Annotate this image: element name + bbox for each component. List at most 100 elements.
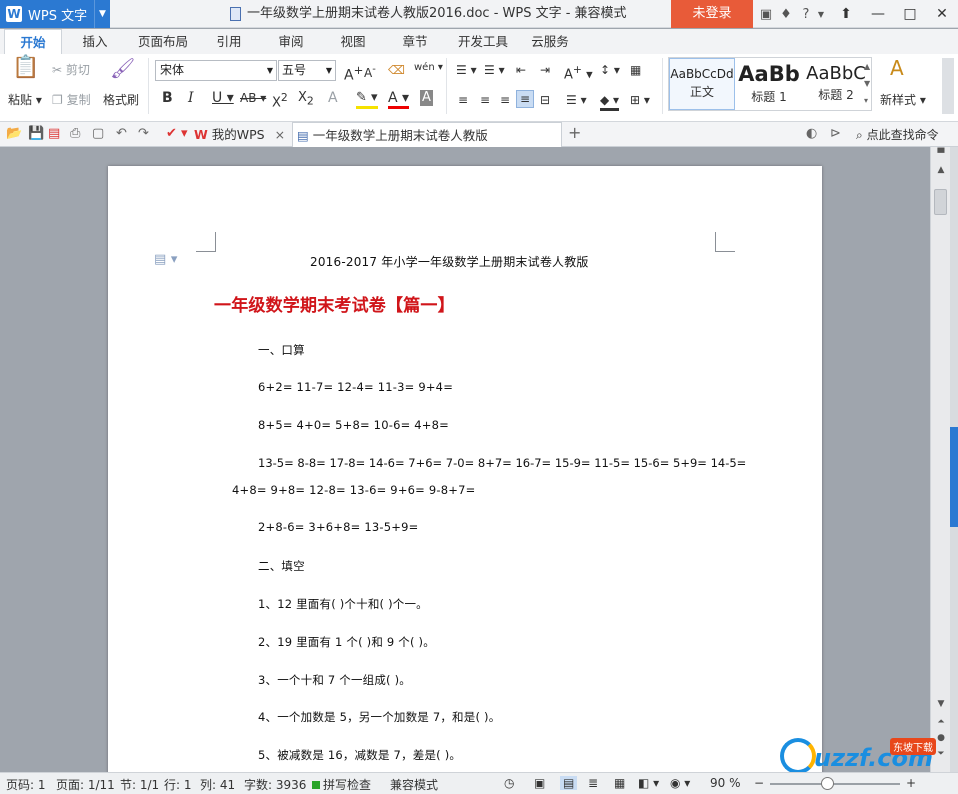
grow-font-icon[interactable]: A+ [344,62,363,84]
status-page-number[interactable]: 页码: 1 [6,776,46,793]
style-normal[interactable]: AaBbCcDd 正文 [669,58,735,110]
align-center-icon[interactable]: ≡ [480,92,490,108]
login-button[interactable]: 未登录 [671,0,753,28]
skin-icon[interactable]: ▣ [756,7,776,22]
font-name-select[interactable]: 宋体 ▼ [155,60,277,81]
shirt-icon[interactable]: ♦ [776,7,796,22]
clear-format-icon[interactable]: ⌫ [388,62,405,78]
paste-icon[interactable]: 📋 [12,57,39,79]
sort-icon[interactable]: ↕ ▾ [600,62,620,78]
distributed-align-icon[interactable]: ⊟ [540,92,550,108]
tab-home[interactable]: 开始 [4,29,62,54]
cut-button[interactable]: ✂ 剪切 [52,62,90,78]
tab-active-document[interactable]: ▤ 一年级数学上册期末试卷人教版2016.doc× [292,122,562,168]
superscript-icon[interactable]: X2 [272,90,288,111]
tab-cloud[interactable]: 云服务 [524,29,576,54]
status-page-count[interactable]: 页面: 1/11 [56,776,115,793]
increase-indent-icon[interactable]: ⇥ [540,62,550,78]
tab-page-layout[interactable]: 页面布局 [132,29,194,54]
zoom-level[interactable]: 90 % [710,776,741,790]
document-page[interactable]: ▤ ▾ 2016-2017 年小学一年级数学上册期末试卷人教版 一年级数学期末考… [108,166,822,772]
export-pdf-icon[interactable]: ▤ [48,126,60,141]
app-menu-button[interactable]: W WPS 文字 ▼ [0,0,110,28]
text-direction-icon[interactable]: A+ ▾ [564,62,593,83]
share-icon[interactable]: ⊳ [830,126,841,141]
underline-icon[interactable]: U ▾ [212,90,234,106]
new-style-icon[interactable]: A [890,58,904,78]
revision-icon[interactable]: ◷ [504,776,514,790]
chevron-down-icon[interactable]: ▼ [816,10,826,19]
help-icon[interactable]: ? [796,7,816,22]
command-search[interactable]: ⌕ 点此查找命令 [856,126,939,143]
paragraph-shading-icon[interactable]: ◆ ▾ [600,92,620,111]
char-shading-icon[interactable]: A [420,90,433,106]
scrollbar-thumb[interactable] [934,189,947,215]
line-spacing-icon[interactable]: ☰ ▾ [566,92,587,108]
format-painter-button[interactable]: 格式刷 [103,92,139,108]
paragraph-marker-icon[interactable]: ▤ ▾ [154,252,178,267]
highlight-icon[interactable]: ✎ ▾ [356,90,378,109]
decrease-indent-icon[interactable]: ⇤ [516,62,526,78]
print-preview-icon[interactable]: ▢ [92,126,104,141]
customize-toolbar-icon[interactable]: ✔ ▾ [166,126,188,141]
zoom-out-icon[interactable]: − [754,776,764,790]
copy-button[interactable]: ❐ 复制 [52,92,91,108]
tab-chapter[interactable]: 章节 [392,29,438,54]
reading-view-icon[interactable]: ◧ ▾ [638,776,659,790]
tab-view[interactable]: 视图 [330,29,376,54]
minimize-button[interactable]: — [862,0,894,28]
outline-view-icon[interactable]: ≣ [588,776,598,790]
tab-developer[interactable]: 开发工具 [452,29,514,54]
new-tab-icon[interactable]: + [568,123,581,142]
scroll-up-icon[interactable]: ▲ [931,165,951,175]
vertical-scrollbar[interactable]: ▀ ▲ ▼ ⏶ ● ⏷ [930,147,950,772]
tab-review[interactable]: 审阅 [268,29,314,54]
prev-page-icon[interactable]: ⏶ [931,717,951,727]
paste-button[interactable]: 粘贴 ▾ [8,92,42,108]
italic-icon[interactable]: I [188,90,194,106]
ribbon-scroll[interactable] [942,58,954,114]
restore-layout-icon[interactable]: ⬆ [830,0,862,28]
style-heading-1[interactable]: AaBb 标题 1 [736,58,802,110]
print-icon[interactable]: ⎙ [70,126,80,141]
save-icon[interactable]: 💾 [28,126,44,141]
close-tab-icon[interactable]: × [275,127,285,142]
open-folder-icon[interactable]: 📂 [6,126,22,141]
shrink-font-icon[interactable]: A- [364,62,376,81]
zoom-in-icon[interactable]: + [906,776,916,790]
undo-icon[interactable]: ↶ [116,126,127,141]
tab-references[interactable]: 引用 [206,29,252,54]
format-painter-icon[interactable]: 🖌 [110,58,135,78]
fullscreen-icon[interactable]: ▣ [534,776,545,790]
sync-icon[interactable]: ◐ [806,126,817,141]
page-view-icon[interactable]: ▤ [560,776,578,790]
task-pane-toggle[interactable] [950,147,958,772]
numbered-list-icon[interactable]: ☰ ▾ [484,62,505,78]
scroll-down-icon[interactable]: ▼ [931,699,951,709]
borders-icon[interactable]: ⊞ ▾ [630,92,650,108]
style-heading-2[interactable]: AaBbC 标题 2 [803,58,869,110]
bullet-list-icon[interactable]: ☰ ▾ [456,62,477,78]
font-color-icon[interactable]: A ▾ [388,90,410,109]
redo-icon[interactable]: ↷ [138,126,149,141]
text-effect-icon[interactable]: A [328,90,338,106]
font-size-select[interactable]: 五号 ▼ [278,60,336,81]
pinyin-guide-icon[interactable]: wén ▾ [414,60,443,76]
style-gallery-scroll[interactable]: ▲ ▼ ▾ [864,58,870,109]
spell-check-button[interactable]: 拼写检查 [312,776,371,793]
status-word-count[interactable]: 字数: 3936 [244,776,306,793]
align-right-icon[interactable]: ≡ [500,92,510,108]
bold-icon[interactable]: B [162,90,173,106]
tab-my-wps[interactable]: W 我的WPS × [190,122,290,147]
subscript-icon[interactable]: X2 [298,90,314,110]
web-view-icon[interactable]: ▦ [614,776,625,790]
new-style-button[interactable]: 新样式 ▾ [880,92,926,108]
align-left-icon[interactable]: ≡ [458,92,468,108]
justify-icon[interactable]: ≡ [516,90,535,108]
zoom-slider[interactable] [770,783,900,785]
table-icon[interactable]: ▦ [630,62,641,78]
eye-protection-icon[interactable]: ◉ ▾ [670,776,690,790]
strikethrough-icon[interactable]: AB ▾ [240,90,266,106]
split-view-icon[interactable]: ▀ [931,149,951,159]
maximize-button[interactable]: □ [894,0,926,28]
